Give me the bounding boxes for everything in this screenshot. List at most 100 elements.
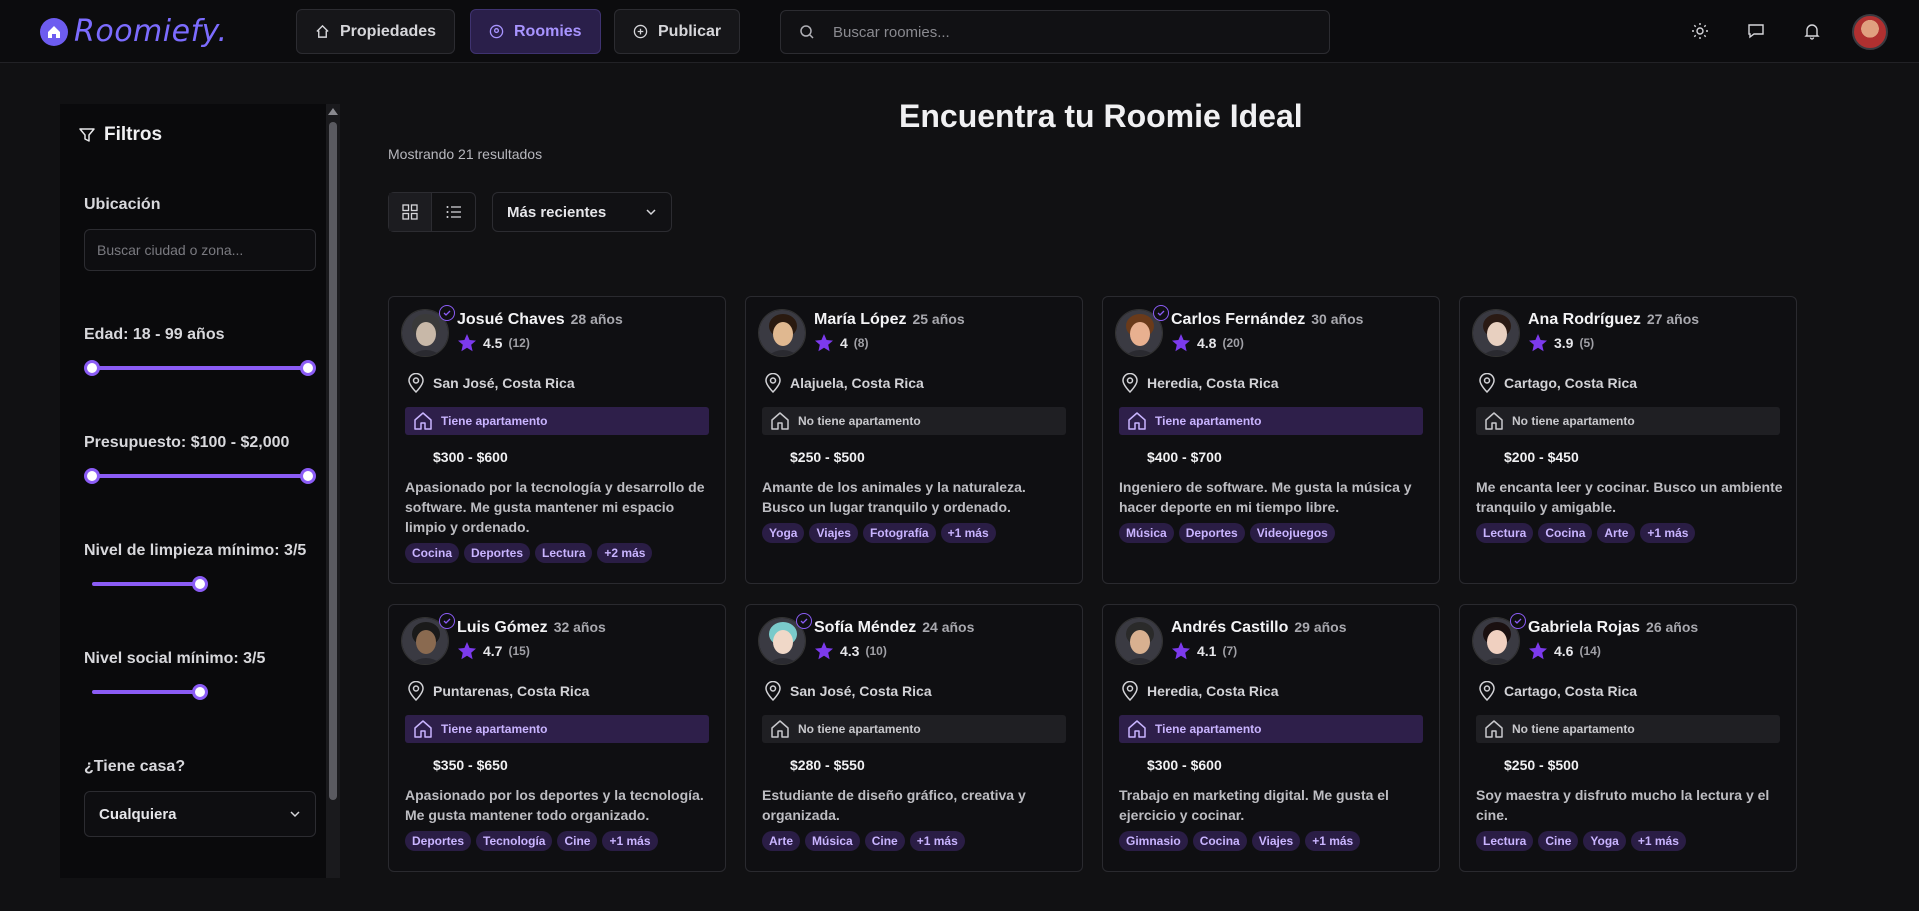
- map-pin-icon: [765, 373, 781, 393]
- filters-sidebar: Filtros Ubicación Edad: 18 - 99 años Pre…: [60, 104, 340, 878]
- map-pin-icon: [408, 373, 424, 393]
- list-view-button[interactable]: [432, 193, 475, 231]
- rating-value: 4.5: [483, 335, 503, 351]
- logo[interactable]: Roomiefy.: [40, 14, 228, 49]
- nav-roomies-label: Roomies: [514, 22, 582, 40]
- house-icon: [771, 720, 789, 738]
- description: Soy maestra y disfruto mucho la lectura …: [1476, 787, 1770, 823]
- star-icon: [1172, 642, 1190, 660]
- house-select[interactable]: Cualquiera: [84, 791, 316, 837]
- location: Puntarenas, Costa Rica: [407, 681, 589, 701]
- tags-list: Gimnasio Cocina Viajes +1 más: [1119, 831, 1361, 851]
- filters-title: Filtros: [78, 124, 162, 146]
- roomie-name-text: Sofía Méndez: [814, 619, 917, 636]
- roomie-card[interactable]: Sofía Méndez 24 años 4.3 (10) San José, C…: [745, 604, 1083, 872]
- tags-list: Lectura Cine Yoga +1 más: [1476, 831, 1686, 851]
- roomie-card[interactable]: Carlos Fernández 30 años 4.8 (20) Heredia…: [1102, 296, 1440, 584]
- roomie-name-text: Josué Chaves: [457, 311, 565, 328]
- social-slider[interactable]: [92, 684, 208, 700]
- description: Apasionado por los deportes y la tecnolo…: [405, 787, 704, 823]
- search-input[interactable]: [833, 23, 1293, 41]
- grid-icon: [402, 204, 418, 220]
- location: Cartago, Costa Rica: [1478, 681, 1637, 701]
- rating: 4.1 (7): [1171, 641, 1237, 661]
- map-pin-icon: [408, 681, 424, 701]
- nav-publicar-button[interactable]: Publicar: [614, 9, 741, 54]
- bell-icon[interactable]: [1801, 20, 1823, 42]
- sidebar-scroll-thumb[interactable]: [329, 122, 337, 800]
- budget-range: $250 - $500: [1504, 757, 1579, 773]
- location-text: Cartago, Costa Rica: [1504, 683, 1638, 699]
- roomie-age: 26 años: [1646, 619, 1699, 635]
- budget-max-handle[interactable]: [300, 468, 316, 484]
- location: Cartago, Costa Rica: [1478, 373, 1637, 393]
- interest-tag: Tecnología: [476, 831, 553, 851]
- roomie-age: 28 años: [570, 311, 623, 327]
- verified-badge-icon: [1510, 613, 1526, 629]
- sort-select[interactable]: Más recientes: [492, 192, 672, 232]
- star-icon: [458, 334, 476, 352]
- age-range-slider[interactable]: [84, 360, 316, 376]
- roomie-card[interactable]: Gabriela Rojas 26 años 4.6 (14) Cartago, …: [1459, 604, 1797, 872]
- interest-tag: Yoga: [1583, 831, 1626, 851]
- scroll-up-arrow-icon[interactable]: [328, 108, 338, 115]
- roomie-card[interactable]: María López 25 años 4 (8) Alajuela, Costa…: [745, 296, 1083, 584]
- top-navbar: Roomiefy. Propiedades Roomies Publicar: [0, 0, 1919, 63]
- budget-min-handle[interactable]: [84, 468, 100, 484]
- nav-propiedades-button[interactable]: Propiedades: [296, 9, 456, 54]
- review-count: (15): [508, 644, 530, 658]
- verified-badge-icon: [439, 305, 455, 321]
- interest-tag: Cocina: [405, 543, 460, 563]
- message-icon[interactable]: [1745, 20, 1767, 42]
- home-status-text: Tiene apartamento: [441, 722, 548, 736]
- budget-range-slider[interactable]: [84, 468, 316, 484]
- interest-tag: Deportes: [464, 543, 531, 563]
- roomie-card[interactable]: Andrés Castillo 29 años 4.1 (7) Heredia, …: [1102, 604, 1440, 872]
- nav-propiedades-label: Propiedades: [340, 22, 437, 40]
- user-avatar[interactable]: [1852, 14, 1888, 50]
- avatar[interactable]: [1472, 309, 1520, 357]
- cleanliness-slider[interactable]: [92, 576, 208, 592]
- map-pin-icon: [765, 681, 781, 701]
- user-circle-icon: [489, 24, 504, 39]
- rating-value: 4.3: [840, 643, 860, 659]
- map-pin-icon: [1479, 681, 1495, 701]
- nav-roomies-button[interactable]: Roomies: [470, 9, 601, 54]
- star-icon: [458, 642, 476, 660]
- interest-tag: +1 más: [909, 831, 965, 851]
- budget-range: $300 - $600: [433, 449, 508, 465]
- roomie-age: 32 años: [553, 619, 606, 635]
- location-text: Alajuela, Costa Rica: [790, 375, 924, 391]
- cleanliness-handle[interactable]: [192, 576, 208, 592]
- tags-list: Lectura Cocina Arte +1 más: [1476, 523, 1696, 543]
- star-icon: [815, 642, 833, 660]
- age-min-handle[interactable]: [84, 360, 100, 376]
- interest-tag: Yoga: [762, 523, 805, 543]
- description: Trabajo en marketing digital. Me gusta e…: [1119, 787, 1389, 823]
- location-input[interactable]: [84, 229, 316, 271]
- home-status-badge: Tiene apartamento: [405, 407, 709, 435]
- roomie-name-text: Luis Gómez: [457, 619, 548, 636]
- house-icon: [1485, 720, 1503, 738]
- roomie-card[interactable]: Josué Chaves 28 años 4.5 (12) San José, C…: [388, 296, 726, 584]
- avatar[interactable]: [758, 309, 806, 357]
- sun-icon[interactable]: [1689, 20, 1711, 42]
- star-icon: [1529, 334, 1547, 352]
- social-handle[interactable]: [192, 684, 208, 700]
- house-icon: [1128, 720, 1146, 738]
- interest-tag: Lectura: [1476, 523, 1534, 543]
- budget-range: $250 - $500: [790, 449, 865, 465]
- roomie-card[interactable]: Luis Gómez 32 años 4.7 (15) Puntarenas, C…: [388, 604, 726, 872]
- location: Alajuela, Costa Rica: [764, 373, 924, 393]
- house-icon: [1485, 412, 1503, 430]
- tags-list: Arte Música Cine +1 más: [762, 831, 965, 851]
- avatar[interactable]: [1115, 617, 1163, 665]
- roomie-name: Ana Rodríguez 27 años: [1528, 311, 1699, 329]
- star-icon: [1529, 642, 1547, 660]
- interest-tag: Viajes: [809, 523, 858, 543]
- grid-view-button[interactable]: [389, 193, 433, 231]
- description: Estudiante de diseño gráfico, creativa y…: [762, 787, 1026, 823]
- roomie-card[interactable]: Ana Rodríguez 27 años 3.9 (5) Cartago, Co…: [1459, 296, 1797, 584]
- review-count: (5): [1579, 336, 1595, 350]
- age-max-handle[interactable]: [300, 360, 316, 376]
